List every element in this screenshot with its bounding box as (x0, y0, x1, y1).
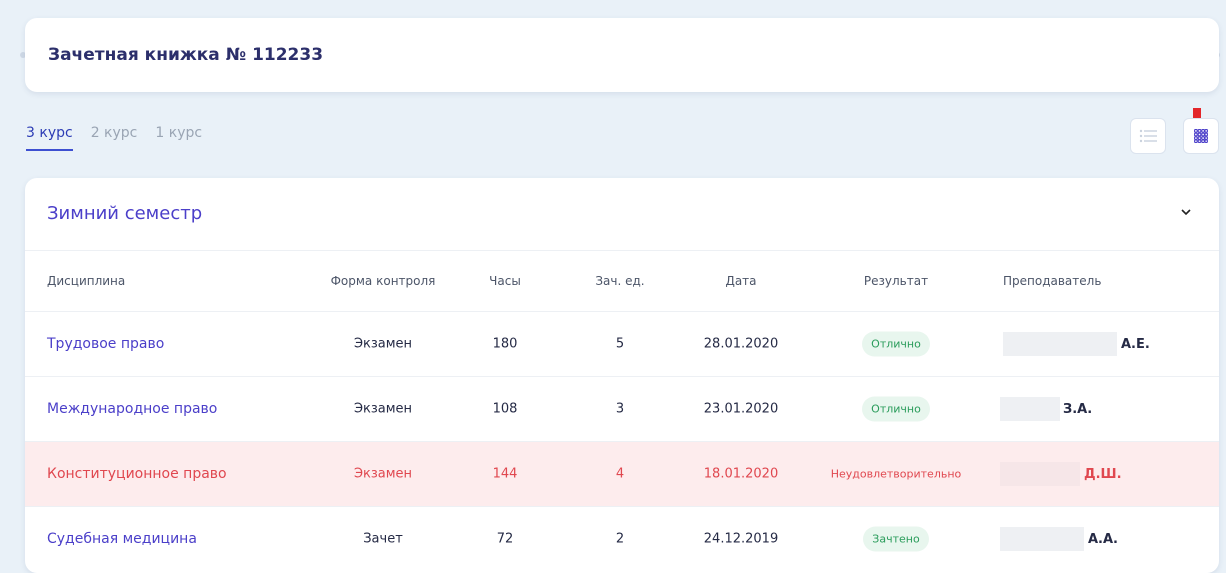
discipline-link[interactable]: Судебная медицина (47, 531, 197, 547)
teacher-cell: З.А. (1000, 397, 1092, 421)
result-badge: Неудовлетворительно (830, 467, 962, 481)
teacher-initials: Д.Ш. (1084, 466, 1122, 482)
teacher-initials: З.А. (1063, 401, 1093, 417)
control-form: Экзамен (353, 401, 413, 417)
result-cell: Отлично (821, 396, 971, 422)
control-form: Экзамен (353, 466, 413, 482)
teacher-cell: А.Е. (1003, 332, 1150, 356)
column-header-date: Дата (725, 274, 757, 288)
result-cell: Зачтено (821, 526, 971, 552)
hours-value: 72 (496, 531, 514, 547)
redacted-name (1000, 462, 1080, 486)
gradebook-header-card: Зачетная книжка № 112233 (25, 18, 1219, 92)
teacher-initials: А.Е. (1121, 336, 1150, 352)
grid-view-button[interactable] (1183, 118, 1219, 154)
credits-value: 2 (615, 531, 625, 547)
chevron-down-icon[interactable] (1180, 208, 1192, 216)
hours-value: 144 (492, 466, 518, 482)
teacher-cell: Д.Ш. (1000, 462, 1122, 486)
list-icon (1139, 129, 1157, 143)
table-row[interactable]: Судебная медицина Зачет 72 2 24.12.2019 … (25, 507, 1219, 571)
result-badge: Зачтено (863, 526, 929, 552)
course-tabs: 3 курс 2 курс 1 курс (26, 125, 220, 151)
result-cell: Отлично (821, 331, 971, 357)
teacher-initials: А.А. (1088, 531, 1118, 547)
date-value: 28.01.2020 (703, 336, 779, 352)
tab-course-2[interactable]: 2 курс (91, 125, 138, 151)
date-value: 23.01.2020 (703, 401, 779, 417)
teacher-cell: А.А. (1000, 527, 1118, 551)
column-header-hours: Часы (489, 274, 521, 288)
credits-value: 5 (615, 336, 625, 352)
result-cell: Неудовлетворительно (821, 462, 971, 487)
semester-header[interactable]: Зимний семестр (25, 178, 1219, 251)
column-header-form: Форма контроля (330, 274, 436, 288)
tab-course-3[interactable]: 3 курс (26, 125, 73, 151)
hours-value: 108 (492, 401, 518, 417)
hours-value: 180 (492, 336, 518, 352)
list-view-button[interactable] (1130, 118, 1166, 154)
table-row-failed[interactable]: Конституционное право Экзамен 144 4 18.0… (25, 442, 1219, 507)
column-header-result: Результат (863, 274, 929, 288)
result-badge: Отлично (862, 396, 930, 422)
date-value: 24.12.2019 (703, 531, 779, 547)
discipline-link[interactable]: Международное право (47, 401, 217, 417)
discipline-link[interactable]: Трудовое право (47, 336, 164, 352)
page-title: Зачетная книжка № 112233 (48, 45, 324, 65)
semester-title: Зимний семестр (47, 203, 203, 224)
column-header-discipline: Дисциплина (47, 274, 126, 288)
discipline-link[interactable]: Конституционное право (47, 466, 227, 482)
redacted-name (1003, 332, 1117, 356)
table-row[interactable]: Международное право Экзамен 108 3 23.01.… (25, 377, 1219, 442)
grid-icon (1194, 129, 1208, 143)
credits-value: 3 (615, 401, 625, 417)
table-row[interactable]: Трудовое право Экзамен 180 5 28.01.2020 … (25, 312, 1219, 377)
date-value: 18.01.2020 (703, 466, 779, 482)
credits-value: 4 (615, 466, 625, 482)
redacted-name (1000, 397, 1060, 421)
column-header-teacher: Преподаватель (1003, 274, 1102, 288)
tab-course-1[interactable]: 1 курс (155, 125, 202, 151)
result-badge: Отлично (862, 331, 930, 357)
column-header-credits: Зач. ед. (595, 274, 645, 288)
control-form: Экзамен (353, 336, 413, 352)
control-form: Зачет (363, 531, 403, 547)
semester-card: Зимний семестр Дисциплина Форма контроля… (25, 178, 1219, 573)
redacted-name (1000, 527, 1084, 551)
table-header-row: Дисциплина Форма контроля Часы Зач. ед. … (25, 251, 1219, 312)
